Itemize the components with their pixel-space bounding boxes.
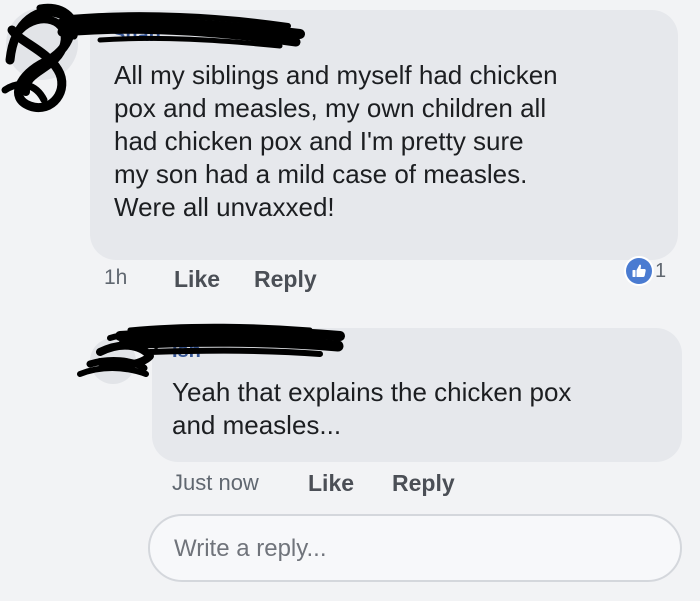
comment-text: Yeah that explains the chicken pox and m… [172,377,572,440]
reply-button[interactable]: Reply [392,470,455,497]
like-button[interactable]: Like [308,470,354,497]
comment-text: All my siblings and myself had chicken p… [114,60,558,222]
avatar[interactable] [6,8,78,80]
reaction-count: 1 [655,259,667,282]
comment-author[interactable]: Shan [112,24,161,47]
reply-box[interactable] [148,514,682,582]
comment-timestamp[interactable]: 1h [104,266,127,290]
avatar[interactable] [90,338,136,384]
thumbs-up-icon [626,258,652,284]
like-button[interactable]: Like [174,266,220,293]
comment-timestamp[interactable]: Just now [172,470,259,496]
reply-input[interactable] [172,516,656,582]
comment-author[interactable]: Ish [172,340,201,363]
reply-button[interactable]: Reply [254,266,317,293]
reaction-summary[interactable]: 1 [626,256,666,286]
comment-thread: Shan All my siblings and myself had chic… [0,0,700,601]
